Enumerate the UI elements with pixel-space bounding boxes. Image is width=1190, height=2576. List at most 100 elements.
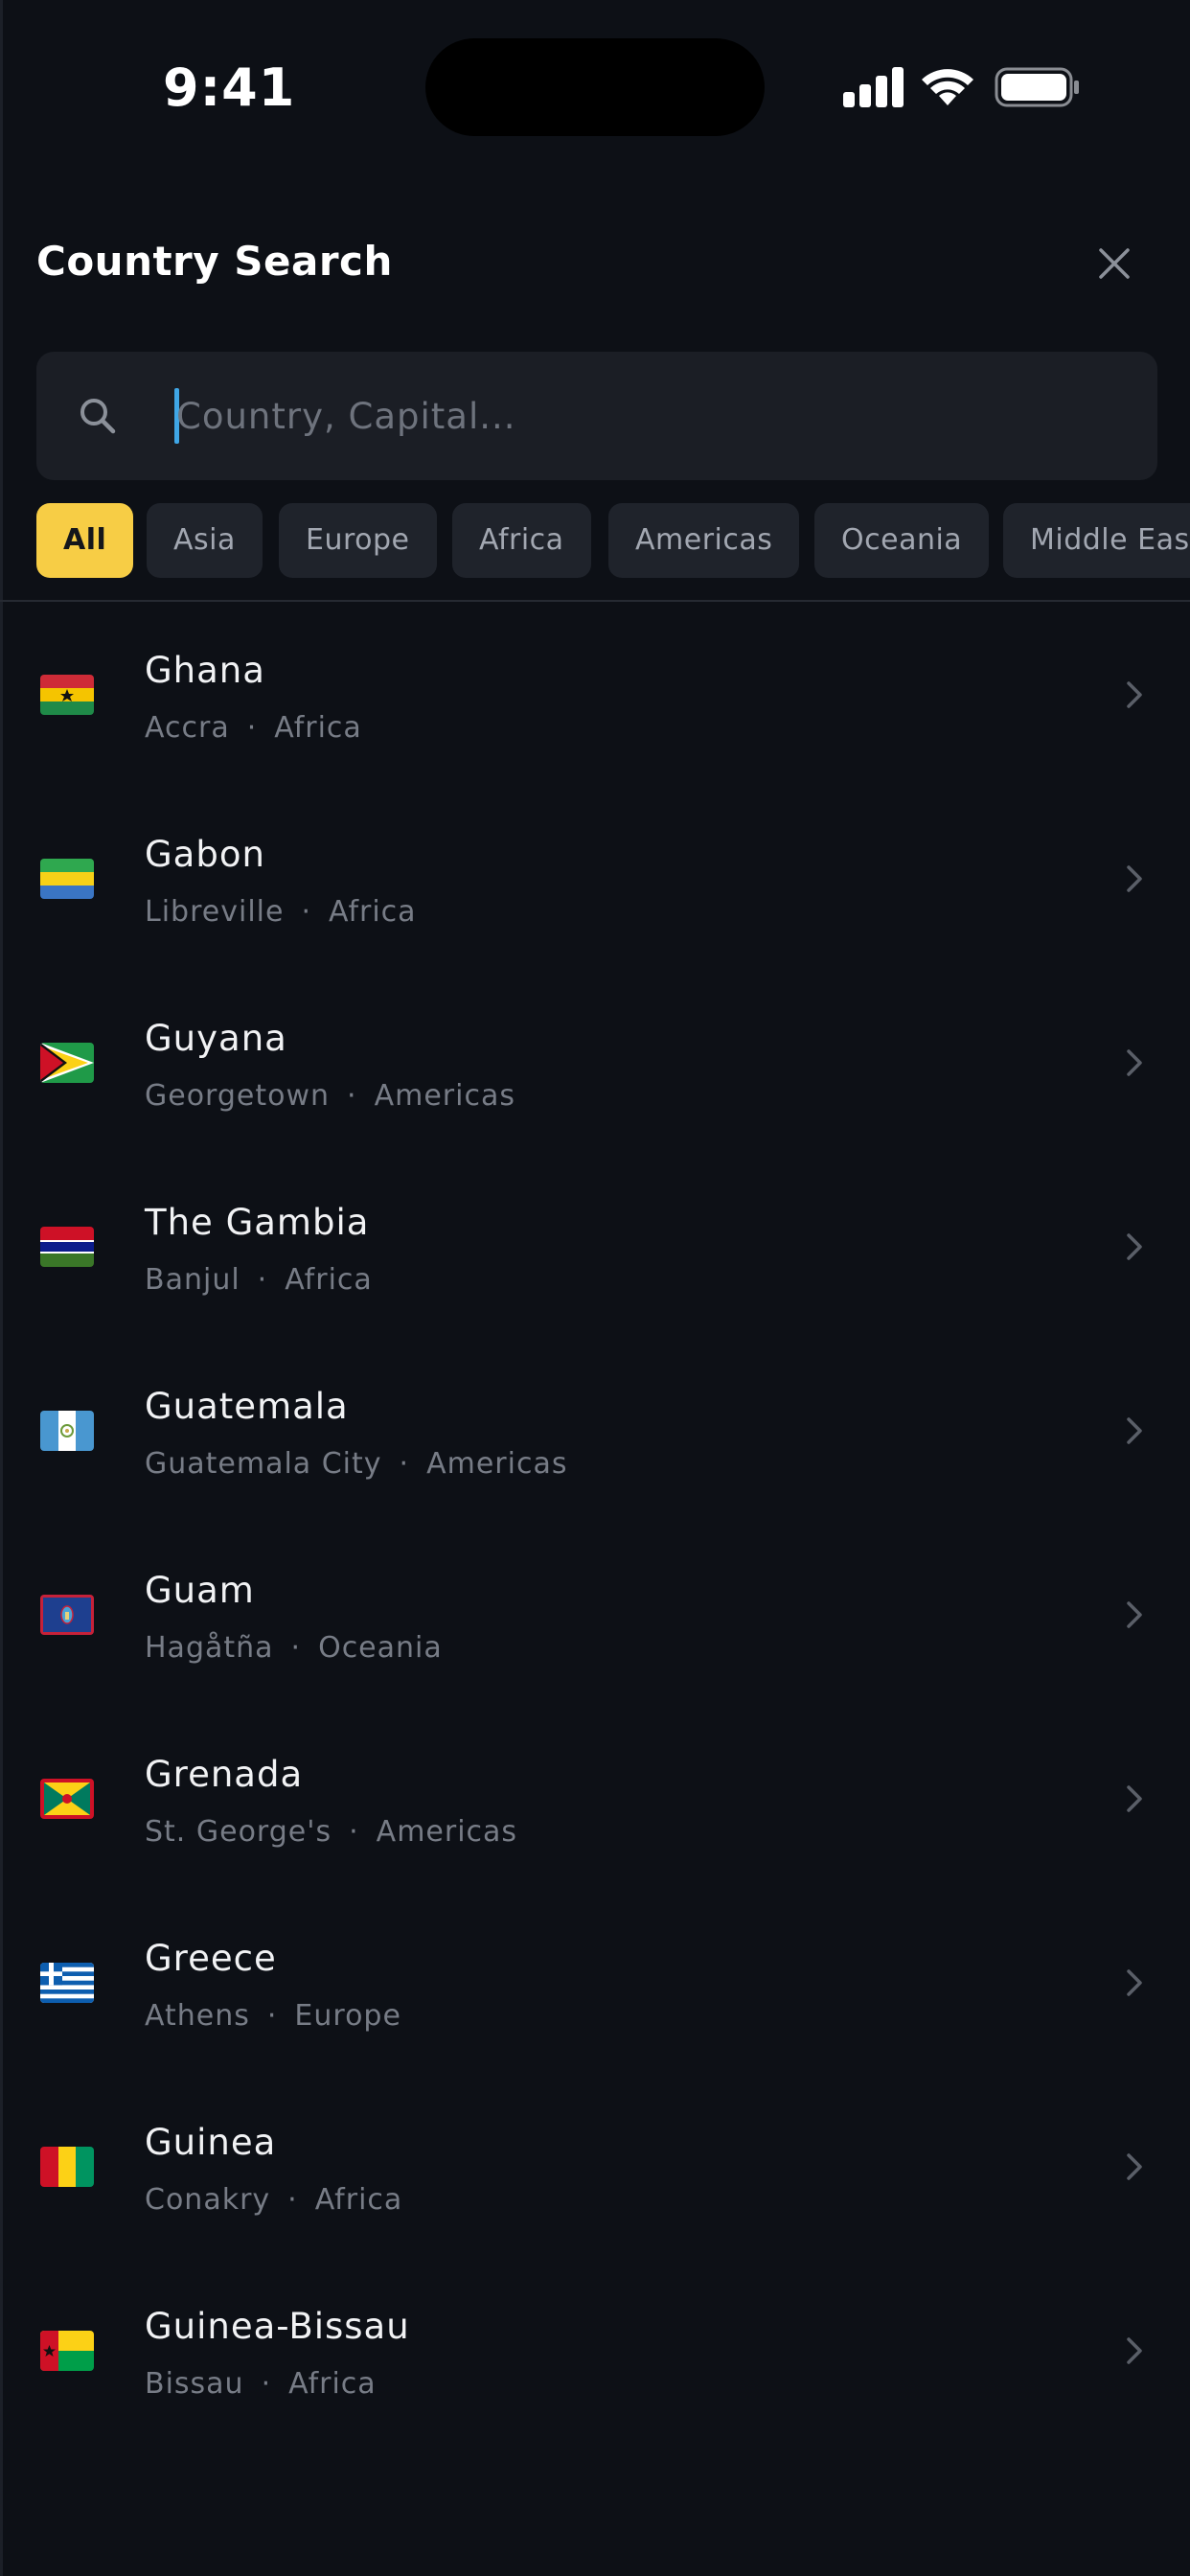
region-label: Africa	[329, 895, 417, 929]
capital-label: Athens	[145, 1999, 250, 2033]
country-meta: Libreville · Africa	[145, 895, 417, 929]
chevron-right-icon	[1127, 1601, 1142, 1628]
country-row-greece[interactable]: Greece Athens · Europe	[0, 1890, 1190, 2074]
capital-label: Bissau	[145, 2367, 244, 2401]
country-meta: Conakry · Africa	[145, 2183, 402, 2217]
country-row-grenada[interactable]: Grenada St. George's · Americas	[0, 1706, 1190, 1890]
search-box[interactable]	[36, 352, 1157, 480]
country-name: Ghana	[145, 650, 265, 691]
country-search-screen: 9:41 Country Search All Asia Europe	[0, 0, 1190, 2576]
close-button[interactable]	[1087, 236, 1142, 291]
country-row-guam[interactable]: Guam Hagåtña · Oceania	[0, 1522, 1190, 1706]
country-row-guinea[interactable]: Guinea Conakry · Africa	[0, 2074, 1190, 2258]
region-label: Africa	[285, 1263, 373, 1297]
chevron-right-icon	[1127, 2153, 1142, 2180]
region-label: Americas	[426, 1447, 568, 1481]
chevron-right-icon	[1127, 1417, 1142, 1444]
country-name: Guam	[145, 1570, 255, 1611]
greece-flag-icon	[40, 1963, 94, 2003]
separator-dot: ·	[347, 1079, 357, 1113]
country-name: Greece	[145, 1938, 277, 1979]
capital-label: Banjul	[145, 1263, 240, 1297]
country-meta: Georgetown · Americas	[145, 1079, 515, 1113]
search-icon	[80, 399, 116, 434]
chip-africa[interactable]: Africa	[452, 503, 591, 578]
region-label: Americas	[376, 1815, 518, 1849]
country-meta: Athens · Europe	[145, 1999, 401, 2033]
gambia-flag-icon	[40, 1227, 94, 1267]
ghana-flag-icon	[40, 675, 94, 715]
dynamic-island	[425, 38, 765, 136]
country-row-the-gambia[interactable]: The Gambia Banjul · Africa	[0, 1154, 1190, 1338]
guam-flag-icon	[40, 1595, 94, 1635]
separator-dot: ·	[266, 1999, 278, 2033]
country-meta: St. George's · Americas	[145, 1815, 517, 1849]
country-name: Guinea	[145, 2122, 277, 2163]
country-meta: Accra · Africa	[145, 711, 362, 745]
country-list: Ghana Accra · Africa Gabon Libreville · Afri…	[0, 602, 1190, 2442]
capital-label: Georgetown	[145, 1079, 331, 1113]
country-name: Guinea-Bissau	[145, 2306, 410, 2347]
chevron-right-icon	[1127, 865, 1142, 892]
country-name: Grenada	[145, 1754, 304, 1795]
close-icon	[1099, 248, 1130, 279]
country-row-ghana[interactable]: Ghana Accra · Africa	[0, 602, 1190, 786]
country-meta: Guatemala City · Americas	[145, 1447, 567, 1481]
chevron-right-icon	[1127, 1049, 1142, 1076]
search-input[interactable]	[176, 380, 1096, 451]
separator-dot: ·	[290, 1631, 302, 1665]
wifi-icon	[922, 69, 973, 105]
country-name: The Gambia	[145, 1202, 370, 1243]
region-filter-chips: All Asia Europe Africa Americas Oceania …	[36, 503, 1190, 578]
separator-dot: ·	[301, 895, 311, 929]
guinea-bissau-flag-icon	[40, 2331, 94, 2371]
chip-europe[interactable]: Europe	[279, 503, 437, 578]
separator-dot: ·	[261, 2367, 272, 2401]
chevron-right-icon	[1127, 1785, 1142, 1812]
country-meta: Banjul · Africa	[145, 1263, 373, 1297]
country-name: Guatemala	[145, 1386, 349, 1427]
country-meta: Bissau · Africa	[145, 2367, 377, 2401]
separator-dot: ·	[246, 711, 258, 745]
region-label: Oceania	[318, 1631, 443, 1665]
page-title: Country Search	[36, 238, 393, 285]
capital-label: Guatemala City	[145, 1447, 382, 1481]
chip-oceania[interactable]: Oceania	[814, 503, 990, 578]
chip-middle-east[interactable]: Middle East	[1003, 503, 1190, 578]
capital-label: Accra	[145, 711, 230, 745]
chip-americas[interactable]: Americas	[608, 503, 800, 578]
gabon-flag-icon	[40, 859, 94, 899]
chevron-right-icon	[1127, 1969, 1142, 1996]
status-time: 9:41	[163, 58, 296, 118]
capital-label: Hagåtña	[145, 1631, 274, 1665]
guyana-flag-icon	[40, 1043, 94, 1083]
guinea-flag-icon	[40, 2147, 94, 2187]
country-row-guinea-bissau[interactable]: Guinea-Bissau Bissau · Africa	[0, 2258, 1190, 2442]
separator-dot: ·	[349, 1815, 359, 1849]
region-label: Africa	[274, 711, 362, 745]
capital-label: St. George's	[145, 1815, 332, 1849]
chevron-right-icon	[1127, 2337, 1142, 2364]
country-row-gabon[interactable]: Gabon Libreville · Africa	[0, 786, 1190, 970]
separator-dot: ·	[257, 1263, 268, 1297]
cellular-signal-icon	[843, 67, 904, 107]
country-row-guatemala[interactable]: Guatemala Guatemala City · Americas	[0, 1338, 1190, 1522]
region-label: Africa	[288, 2367, 377, 2401]
country-name: Guyana	[145, 1018, 287, 1059]
chevron-right-icon	[1127, 1233, 1142, 1260]
region-label: Americas	[374, 1079, 515, 1113]
chip-all[interactable]: All	[36, 503, 134, 578]
battery-icon	[995, 67, 1079, 107]
guatemala-flag-icon	[40, 1411, 94, 1451]
grenada-flag-icon	[40, 1779, 94, 1819]
capital-label: Conakry	[145, 2183, 271, 2217]
chip-asia[interactable]: Asia	[147, 503, 263, 578]
capital-label: Libreville	[145, 895, 285, 929]
region-label: Europe	[294, 1999, 401, 2033]
country-meta: Hagåtña · Oceania	[145, 1631, 443, 1665]
country-name: Gabon	[145, 834, 265, 875]
country-row-guyana[interactable]: Guyana Georgetown · Americas	[0, 970, 1190, 1154]
separator-dot: ·	[287, 2183, 298, 2217]
chevron-right-icon	[1127, 681, 1142, 708]
region-label: Africa	[314, 2183, 403, 2217]
